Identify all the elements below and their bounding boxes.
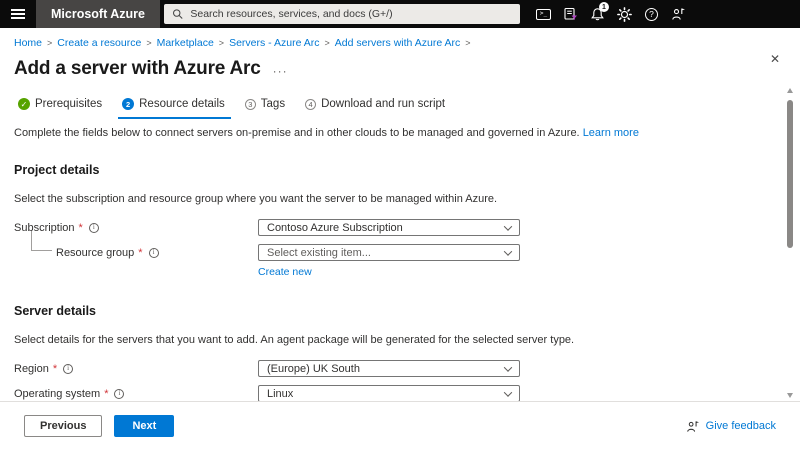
brand-title[interactable]: Microsoft Azure <box>36 0 160 28</box>
region-field-row: Region * i (Europe) UK South <box>14 360 786 377</box>
step-label: Prerequisites <box>35 98 103 110</box>
scrollbar-thumb[interactable] <box>787 100 793 248</box>
region-label-text: Region <box>14 362 49 375</box>
global-search[interactable] <box>164 4 520 24</box>
top-bar: Microsoft Azure >_ 1 ? <box>0 0 800 28</box>
breadcrumb-home[interactable]: Home <box>14 37 42 49</box>
tab-tags[interactable]: 3 Tags <box>241 96 291 119</box>
gear-icon <box>617 6 632 22</box>
info-icon[interactable]: i <box>114 388 125 399</box>
server-details-description: Select details for the servers that you … <box>14 334 575 346</box>
wizard-steps: ✓ Prerequisites 2 Resource details 3 Tag… <box>0 80 800 119</box>
step-label: Resource details <box>139 98 225 110</box>
chevron-down-icon <box>503 221 513 231</box>
breadcrumb-marketplace[interactable]: Marketplace <box>157 37 214 49</box>
intro-sentence: Complete the fields below to connect ser… <box>14 127 580 139</box>
step-label: Tags <box>260 98 286 110</box>
tab-resource-details[interactable]: 2 Resource details <box>118 96 231 119</box>
step-number: 2 <box>122 98 135 110</box>
settings-button[interactable] <box>611 1 638 27</box>
server-details-fields: Region * i (Europe) UK South Operating sy… <box>14 360 786 402</box>
operating-system-value: Linux <box>267 387 294 400</box>
create-new-link[interactable]: Create new <box>258 266 312 278</box>
operating-system-field-row: Operating system * i Linux <box>14 385 786 402</box>
step-complete-check-icon: ✓ <box>18 98 30 110</box>
wizard-footer: Previous Next Give feedback <box>0 401 800 450</box>
required-asterisk: * <box>78 221 83 234</box>
give-feedback-label[interactable]: Give feedback <box>706 420 776 432</box>
step-number: 3 <box>244 98 256 110</box>
main-content: Complete the fields below to connect ser… <box>0 119 800 402</box>
breadcrumb-separator: > <box>218 38 225 48</box>
operating-system-dropdown[interactable]: Linux <box>258 385 520 402</box>
learn-more-link[interactable]: Learn more <box>583 127 639 139</box>
breadcrumb-servers-azure-arc[interactable]: Servers - Azure Arc <box>229 37 319 49</box>
tree-connector-line <box>31 231 52 251</box>
chevron-down-icon <box>503 387 513 397</box>
feedback-button[interactable] <box>665 1 692 27</box>
breadcrumb-create-a-resource[interactable]: Create a resource <box>57 37 141 49</box>
more-options-icon[interactable]: ··· <box>273 61 288 77</box>
topbar-icons: >_ 1 ? <box>530 1 692 27</box>
project-details-fields: Subscription * i Contoso Azure Subscripti… <box>14 219 786 280</box>
breadcrumb-add-servers-with-azure-arc[interactable]: Add servers with Azure Arc <box>335 37 460 49</box>
help-icon: ? <box>645 7 658 21</box>
directories-subscriptions-button[interactable] <box>557 1 584 27</box>
search-icon <box>172 9 183 19</box>
search-input[interactable] <box>190 8 512 20</box>
operating-system-label-text: Operating system <box>14 387 101 400</box>
info-icon[interactable]: i <box>88 222 99 233</box>
notification-badge: 1 <box>599 2 609 12</box>
region-label: Region * i <box>14 363 258 375</box>
info-icon[interactable]: i <box>148 247 159 258</box>
breadcrumb: Home > Create a resource > Marketplace >… <box>0 28 800 49</box>
scroll-down-arrow-icon[interactable] <box>787 393 793 398</box>
region-value: (Europe) UK South <box>267 362 360 375</box>
breadcrumb-separator: > <box>465 38 471 48</box>
intro-text: Complete the fields below to connect ser… <box>14 127 786 139</box>
subscription-dropdown[interactable]: Contoso Azure Subscription <box>258 219 520 236</box>
subscription-value: Contoso Azure Subscription <box>267 221 403 234</box>
hamburger-menu-icon[interactable] <box>0 0 36 28</box>
scrollbar-track[interactable] <box>785 93 795 393</box>
info-icon[interactable]: i <box>63 363 74 374</box>
operating-system-label: Operating system * i <box>14 388 258 400</box>
feedback-person-icon <box>686 420 699 432</box>
region-dropdown[interactable]: (Europe) UK South <box>258 360 520 377</box>
tab-download-and-run-script[interactable]: 4 Download and run script <box>301 96 451 119</box>
azure-portal: Microsoft Azure >_ 1 ? <box>0 0 800 450</box>
vertical-scrollbar <box>785 88 795 398</box>
breadcrumb-separator: > <box>47 38 53 48</box>
subscription-field-row: Subscription * i Contoso Azure Subscripti… <box>14 219 786 236</box>
title-row: Add a server with Azure Arc ··· <box>0 49 800 80</box>
tab-prerequisites[interactable]: ✓ Prerequisites <box>14 96 108 119</box>
step-number: 4 <box>305 98 317 110</box>
server-details-heading: Server details <box>14 304 96 318</box>
project-details-heading: Project details <box>14 163 100 177</box>
resource-group-placeholder: Select existing item... <box>267 246 371 259</box>
page-title: Add a server with Azure Arc <box>14 58 261 79</box>
next-button[interactable]: Next <box>114 415 175 437</box>
required-asterisk: * <box>138 246 143 259</box>
cloud-shell-icon: >_ <box>536 8 551 20</box>
directory-filter-icon <box>564 7 577 20</box>
required-asterisk: * <box>52 362 58 375</box>
breadcrumb-separator: > <box>146 38 152 48</box>
previous-button[interactable]: Previous <box>24 415 103 437</box>
help-button[interactable]: ? <box>638 1 665 27</box>
resource-group-dropdown[interactable]: Select existing item... <box>258 244 520 261</box>
breadcrumb-separator: > <box>324 38 330 48</box>
chevron-down-icon <box>503 362 513 372</box>
project-details-description: Select the subscription and resource gro… <box>14 193 498 205</box>
resource-group-field-row: Resource group * i Select existing item..… <box>14 244 786 261</box>
cloud-shell-button[interactable]: >_ <box>530 1 557 27</box>
close-icon[interactable]: ✕ <box>770 52 780 66</box>
give-feedback-link[interactable]: Give feedback <box>686 420 776 433</box>
chevron-down-icon <box>503 246 513 256</box>
resource-group-label-text: Resource group <box>56 246 135 259</box>
required-asterisk: * <box>104 387 109 400</box>
notifications-button[interactable]: 1 <box>584 1 611 27</box>
step-label: Download and run script <box>321 98 446 110</box>
feedback-person-icon <box>672 8 685 20</box>
